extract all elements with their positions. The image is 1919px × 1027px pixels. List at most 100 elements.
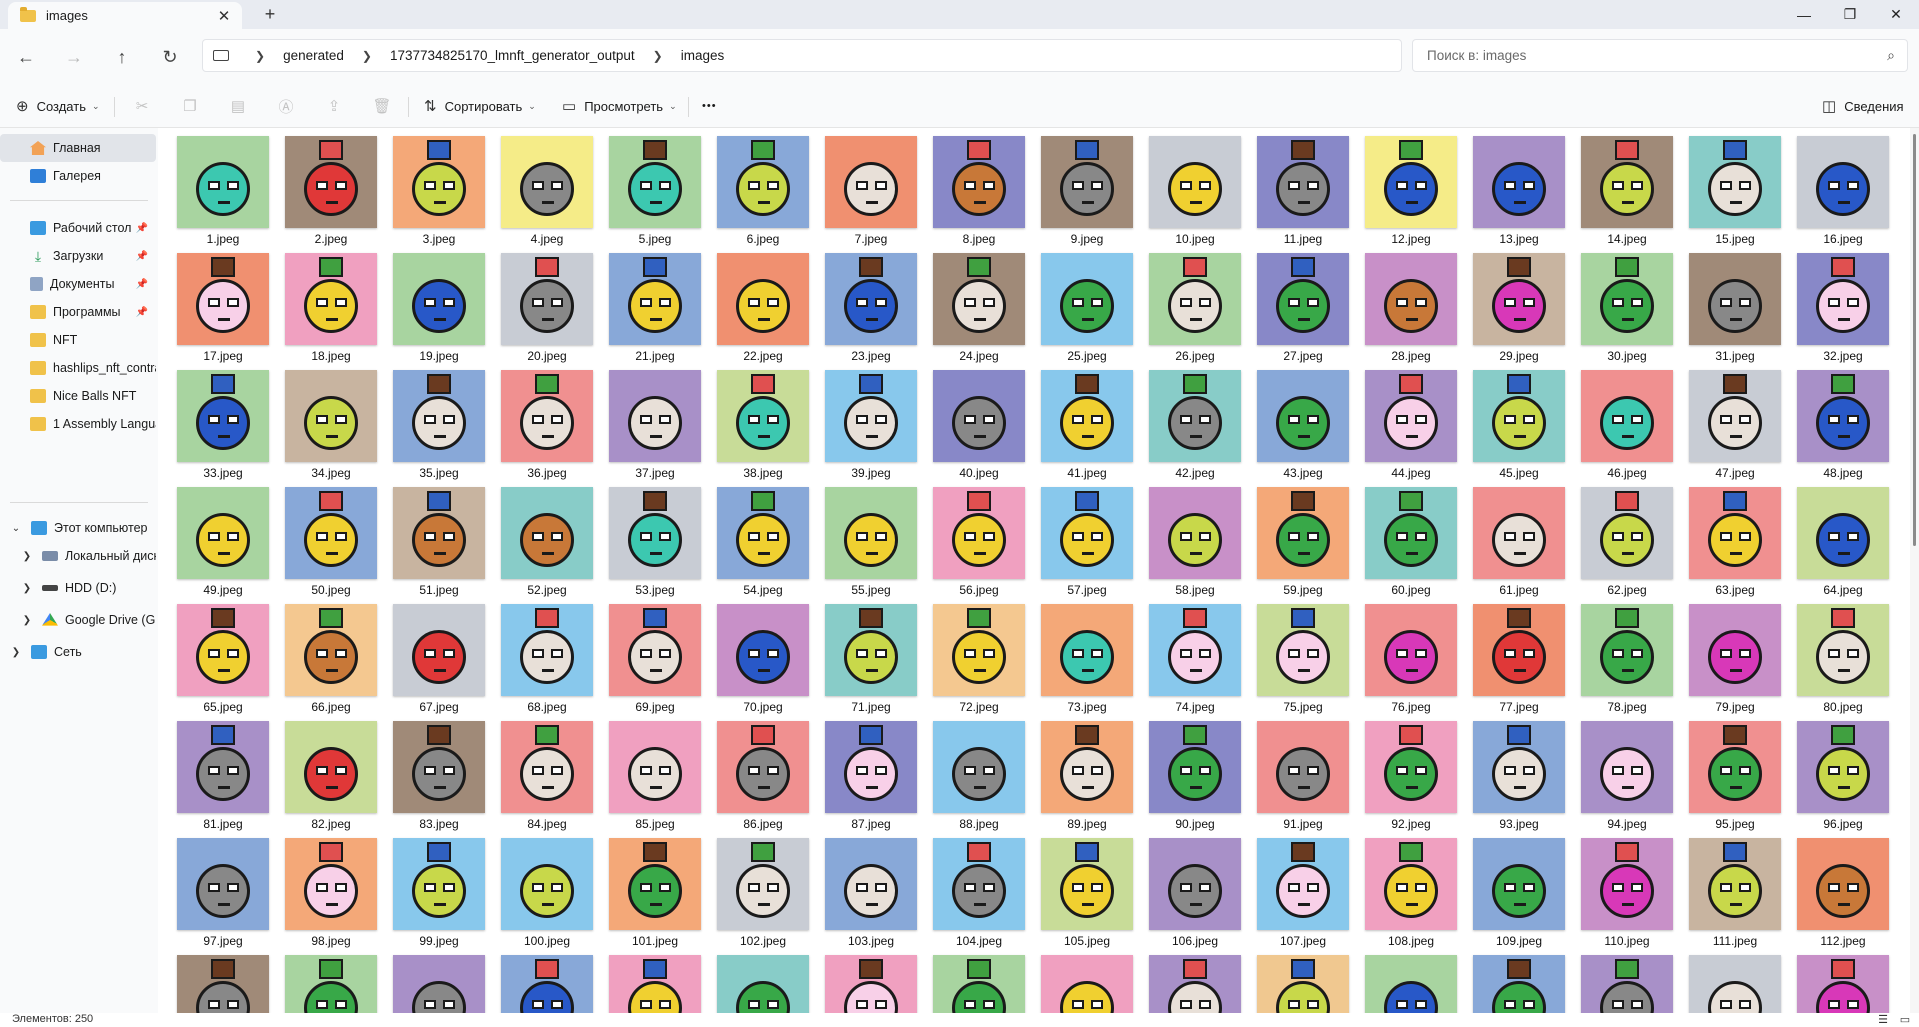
new-tab-button[interactable]: + [258,4,282,25]
sidebar-item-documents[interactable]: Документы 📌 [0,270,156,298]
file-item[interactable]: 109.jpeg [1469,830,1565,948]
file-item[interactable] [1253,947,1349,1013]
sidebar-item-programs[interactable]: Программы 📌 [0,298,156,326]
file-item[interactable]: 39.jpeg [821,362,917,480]
file-item[interactable]: 80.jpeg [1793,596,1889,714]
file-item[interactable]: 57.jpeg [1037,479,1133,597]
file-item[interactable]: 58.jpeg [1145,479,1241,597]
share-icon[interactable]: ⇪ [324,96,344,116]
file-item[interactable]: 68.jpeg [497,596,593,714]
file-item[interactable]: 40.jpeg [929,362,1025,480]
sidebar-item-downloads[interactable]: ⤓ Загрузки 📌 [0,242,156,270]
file-item[interactable]: 86.jpeg [713,713,809,831]
chevron-right-icon[interactable]: ❯ [20,615,34,626]
close-tab-button[interactable]: ✕ [214,7,234,25]
file-item[interactable]: 100.jpeg [497,830,593,948]
pin-icon[interactable]: 📌 [136,251,148,262]
file-item[interactable]: 15.jpeg [1685,128,1781,246]
file-item[interactable]: 28.jpeg [1361,245,1457,363]
sidebar-item-google-drive[interactable]: ❯ Google Drive (G:) [0,606,156,634]
file-item[interactable] [173,947,269,1013]
file-item[interactable]: 69.jpeg [605,596,701,714]
copy-icon[interactable]: ❐ [180,96,200,116]
file-item[interactable]: 110.jpeg [1577,830,1673,948]
file-item[interactable]: 5.jpeg [605,128,701,246]
file-item[interactable]: 56.jpeg [929,479,1025,597]
file-item[interactable]: 24.jpeg [929,245,1025,363]
file-item[interactable]: 35.jpeg [389,362,485,480]
file-item[interactable]: 19.jpeg [389,245,485,363]
file-item[interactable]: 79.jpeg [1685,596,1781,714]
file-item[interactable]: 42.jpeg [1145,362,1241,480]
file-item[interactable]: 52.jpeg [497,479,593,597]
file-item[interactable]: 84.jpeg [497,713,593,831]
file-item[interactable]: 95.jpeg [1685,713,1781,831]
chevron-right-icon[interactable]: ❯ [362,49,372,63]
file-item[interactable]: 12.jpeg [1361,128,1457,246]
file-item[interactable]: 18.jpeg [281,245,377,363]
file-item[interactable]: 10.jpeg [1145,128,1241,246]
file-item[interactable]: 63.jpeg [1685,479,1781,597]
file-item[interactable]: 9.jpeg [1037,128,1133,246]
file-item[interactable]: 13.jpeg [1469,128,1565,246]
file-item[interactable]: 71.jpeg [821,596,917,714]
file-item[interactable]: 104.jpeg [929,830,1025,948]
sidebar-item-desktop[interactable]: Рабочий стол 📌 [0,214,156,242]
close-window-button[interactable]: ✕ [1873,0,1919,29]
file-item[interactable]: 45.jpeg [1469,362,1565,480]
breadcrumb-output[interactable]: 1737734825170_lmnft_generator_output [384,44,641,67]
file-item[interactable]: 43.jpeg [1253,362,1349,480]
file-item[interactable]: 85.jpeg [605,713,701,831]
sidebar-item-home[interactable]: Главная [0,134,156,162]
file-item[interactable]: 105.jpeg [1037,830,1133,948]
file-item[interactable]: 47.jpeg [1685,362,1781,480]
back-arrow-icon[interactable]: ← [12,43,40,71]
sidebar-item-gallery[interactable]: Галерея [0,162,156,190]
file-item[interactable] [1037,947,1133,1013]
file-item[interactable]: 62.jpeg [1577,479,1673,597]
chevron-right-icon[interactable]: ❯ [20,551,34,562]
file-item[interactable]: 59.jpeg [1253,479,1349,597]
pin-icon[interactable]: 📌 [136,307,148,318]
scrollbar-thumb[interactable] [1913,134,1916,546]
file-item[interactable] [389,947,485,1013]
file-item[interactable]: 94.jpeg [1577,713,1673,831]
file-item[interactable]: 93.jpeg [1469,713,1565,831]
paste-icon[interactable]: ▤ [228,96,248,116]
file-item[interactable] [1145,947,1241,1013]
file-item[interactable]: 16.jpeg [1793,128,1889,246]
file-item[interactable]: 22.jpeg [713,245,809,363]
file-item[interactable]: 75.jpeg [1253,596,1349,714]
file-item[interactable]: 91.jpeg [1253,713,1349,831]
file-item[interactable]: 14.jpeg [1577,128,1673,246]
details-view-icon[interactable]: ☰ [1874,1013,1892,1027]
file-item[interactable]: 90.jpeg [1145,713,1241,831]
more-options-button[interactable]: ••• [702,92,717,120]
file-item[interactable]: 103.jpeg [821,830,917,948]
file-item[interactable]: 21.jpeg [605,245,701,363]
details-button[interactable]: ◫ Сведения [1822,92,1904,120]
file-item[interactable]: 88.jpeg [929,713,1025,831]
file-item[interactable]: 34.jpeg [281,362,377,480]
breadcrumb-images[interactable]: images [675,44,731,67]
forward-arrow-icon[interactable]: → [60,43,88,71]
chevron-right-icon[interactable]: ❯ [653,49,663,63]
file-item[interactable] [821,947,917,1013]
file-item[interactable]: 61.jpeg [1469,479,1565,597]
sort-button[interactable]: ⇅ Сортировать ⌄ [424,92,536,120]
file-item[interactable]: 50.jpeg [281,479,377,597]
up-arrow-icon[interactable]: ↑ [108,43,136,71]
file-item[interactable]: 87.jpeg [821,713,917,831]
file-item[interactable]: 107.jpeg [1253,830,1349,948]
chevron-right-icon[interactable]: ❯ [255,49,265,63]
file-item[interactable]: 60.jpeg [1361,479,1457,597]
file-item[interactable]: 37.jpeg [605,362,701,480]
sidebar-item-hashlips[interactable]: hashlips_nft_contra [0,354,156,382]
file-item[interactable]: 72.jpeg [929,596,1025,714]
file-item[interactable]: 11.jpeg [1253,128,1349,246]
file-item[interactable]: 65.jpeg [173,596,269,714]
file-item[interactable]: 83.jpeg [389,713,485,831]
file-item[interactable]: 4.jpeg [497,128,593,246]
file-item[interactable]: 112.jpeg [1793,830,1889,948]
file-item[interactable] [1469,947,1565,1013]
